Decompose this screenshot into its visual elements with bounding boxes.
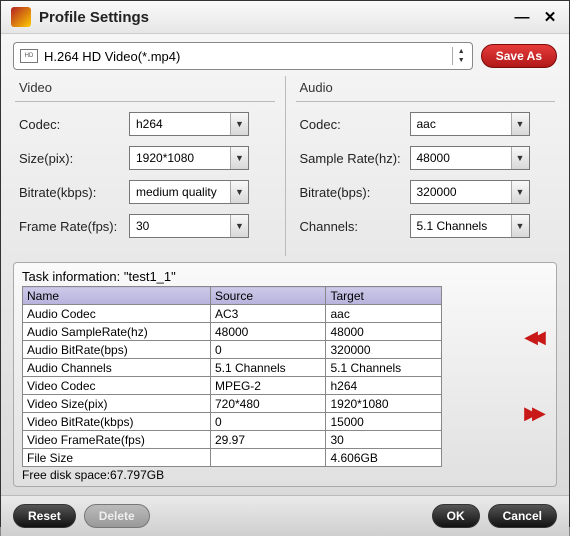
chevron-down-icon[interactable]: ▼ <box>230 215 248 237</box>
audio-codec-select[interactable]: aac▼ <box>410 112 530 136</box>
task-info-table: Name Source Target Audio CodecAC3aacAudi… <box>22 286 442 467</box>
chevron-down-icon[interactable]: ▼ <box>230 113 248 135</box>
task-info-box: Task information: "test1_1" Name Source … <box>13 262 557 487</box>
chevron-down-icon[interactable]: ▼ <box>511 181 529 203</box>
free-disk-space: Free disk space:67.797GB <box>22 468 514 482</box>
titlebar: Profile Settings — ✕ <box>1 1 569 34</box>
col-name[interactable]: Name <box>23 287 211 305</box>
ok-button[interactable]: OK <box>432 504 480 528</box>
audio-panel: Audio Codec: aac▼ Sample Rate(hz): 48000… <box>294 76 558 256</box>
minimize-button[interactable]: — <box>513 9 531 26</box>
close-button[interactable]: ✕ <box>541 8 559 26</box>
video-bitrate-label: Bitrate(kbps): <box>19 185 129 200</box>
table-row[interactable]: File Size4.606GB <box>23 449 442 467</box>
profile-select[interactable]: HD H.264 HD Video(*.mp4) ▲▼ <box>13 42 473 70</box>
footer: Reset Delete OK Cancel <box>1 495 569 536</box>
video-panel: Video Codec: h264▼ Size(pix): 1920*1080▼… <box>13 76 277 256</box>
audio-channels-label: Channels: <box>300 219 410 234</box>
cancel-button[interactable]: Cancel <box>488 504 557 528</box>
table-row[interactable]: Audio SampleRate(hz)4800048000 <box>23 323 442 341</box>
video-title: Video <box>15 80 275 102</box>
profile-settings-window: Profile Settings — ✕ HD H.264 HD Video(*… <box>0 0 570 527</box>
audio-codec-label: Codec: <box>300 117 410 132</box>
audio-samplerate-label: Sample Rate(hz): <box>300 151 410 166</box>
audio-samplerate-select[interactable]: 48000▼ <box>410 146 530 170</box>
app-icon <box>11 7 31 27</box>
profile-format-icon: HD <box>20 49 38 63</box>
table-row[interactable]: Video FrameRate(fps)29.9730 <box>23 431 442 449</box>
prev-task-button[interactable]: ◀◀ <box>524 327 540 348</box>
table-row[interactable]: Video BitRate(kbps)015000 <box>23 413 442 431</box>
save-as-button[interactable]: Save As <box>481 44 557 68</box>
delete-button: Delete <box>84 504 150 528</box>
chevron-down-icon[interactable]: ▼ <box>511 215 529 237</box>
col-source[interactable]: Source <box>210 287 326 305</box>
table-row[interactable]: Audio Channels5.1 Channels5.1 Channels <box>23 359 442 377</box>
table-row[interactable]: Video CodecMPEG-2h264 <box>23 377 442 395</box>
profile-name: H.264 HD Video(*.mp4) <box>44 49 452 64</box>
audio-title: Audio <box>296 80 556 102</box>
chevron-down-icon[interactable]: ▼ <box>230 181 248 203</box>
video-framerate-label: Frame Rate(fps): <box>19 219 129 234</box>
audio-channels-select[interactable]: 5.1 Channels▼ <box>410 214 530 238</box>
profile-spin-icon[interactable]: ▲▼ <box>452 47 470 65</box>
table-row[interactable]: Video Size(pix)720*4801920*1080 <box>23 395 442 413</box>
reset-button[interactable]: Reset <box>13 504 76 528</box>
col-target[interactable]: Target <box>326 287 442 305</box>
panel-divider <box>285 76 286 256</box>
chevron-down-icon[interactable]: ▼ <box>511 147 529 169</box>
video-framerate-select[interactable]: 30▼ <box>129 214 249 238</box>
table-row[interactable]: Audio BitRate(bps)0320000 <box>23 341 442 359</box>
video-bitrate-select[interactable]: medium quality▼ <box>129 180 249 204</box>
next-task-button[interactable]: ▶▶ <box>524 403 540 424</box>
chevron-down-icon[interactable]: ▼ <box>511 113 529 135</box>
video-codec-label: Codec: <box>19 117 129 132</box>
video-size-label: Size(pix): <box>19 151 129 166</box>
audio-bitrate-label: Bitrate(bps): <box>300 185 410 200</box>
chevron-down-icon[interactable]: ▼ <box>230 147 248 169</box>
video-codec-select[interactable]: h264▼ <box>129 112 249 136</box>
window-title: Profile Settings <box>39 9 503 26</box>
task-info-title: Task information: "test1_1" <box>22 269 514 284</box>
table-row[interactable]: Audio CodecAC3aac <box>23 305 442 323</box>
video-size-select[interactable]: 1920*1080▼ <box>129 146 249 170</box>
audio-bitrate-select[interactable]: 320000▼ <box>410 180 530 204</box>
